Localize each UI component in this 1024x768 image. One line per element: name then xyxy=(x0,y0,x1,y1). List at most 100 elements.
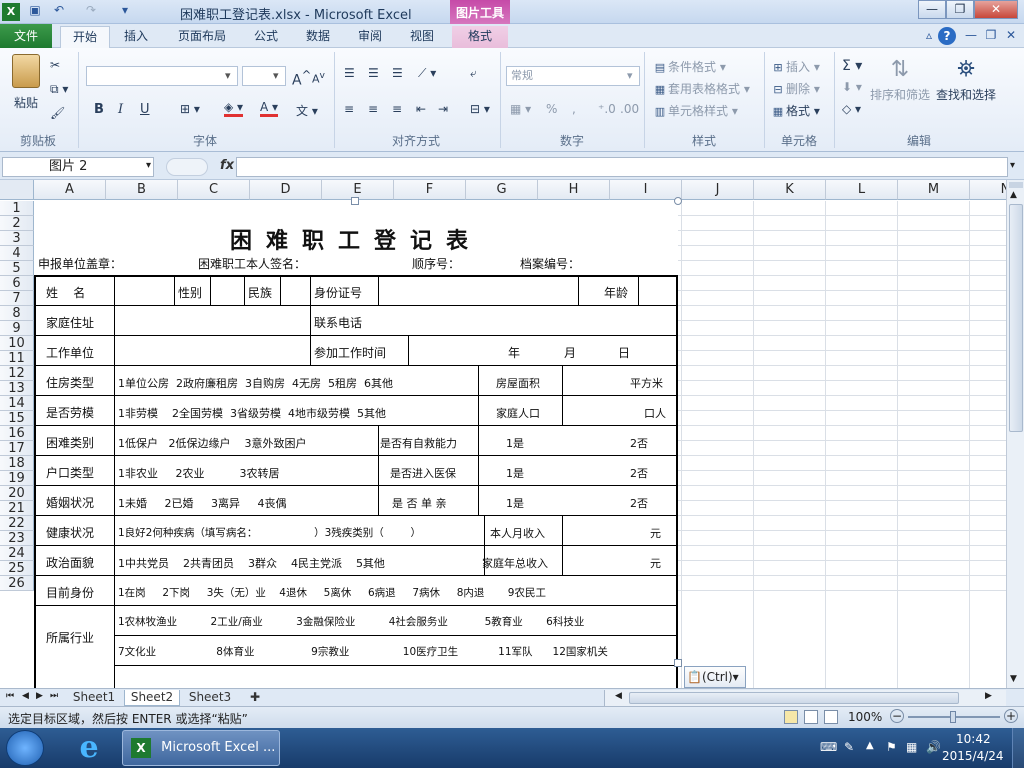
font-size-combo[interactable]: ▾ xyxy=(242,66,286,86)
align-top-icon[interactable]: ☰ xyxy=(344,66,355,80)
action-center-icon[interactable]: ⚑ xyxy=(886,740,897,754)
select-all-corner[interactable] xyxy=(0,180,34,200)
merge-center-icon[interactable]: ⊟ ▾ xyxy=(470,102,490,116)
row-header[interactable]: 17 xyxy=(0,441,34,456)
find-select-button[interactable]: ⛯ 查找和选择 xyxy=(934,56,998,103)
underline-button[interactable]: U xyxy=(140,102,150,117)
clock-date[interactable]: 2015/4/24 xyxy=(942,749,1004,763)
paste-options-button[interactable]: 📋(Ctrl)▾ xyxy=(684,666,746,688)
vertical-scrollbar[interactable]: ▲ ▼ xyxy=(1006,180,1024,688)
conditional-format-button[interactable]: ▤ 条件格式 ▾ xyxy=(652,58,726,75)
row-header[interactable]: 8 xyxy=(0,306,34,321)
normal-view-icon[interactable] xyxy=(784,710,798,724)
shrink-font-button[interactable]: Av xyxy=(312,70,325,86)
clock-time[interactable]: 10:42 xyxy=(956,732,991,746)
spreadsheet-grid[interactable]: ABCDEFGHIJKLMN 1 2 3 4 5 6 7 8 9 10 11 12 13 14 15 16 17… xyxy=(0,180,1006,688)
workbook-restore-icon[interactable]: ❐ xyxy=(982,28,1000,46)
tab-formulas[interactable]: 公式 xyxy=(246,26,286,48)
h-scroll-thumb[interactable] xyxy=(629,692,959,704)
fill-icon[interactable]: ⬇ ▾ xyxy=(842,80,862,94)
taskbar-excel-button[interactable]: X Microsoft Excel ... xyxy=(122,730,280,766)
row-header[interactable]: 10 xyxy=(0,336,34,351)
zoom-slider[interactable] xyxy=(908,711,1000,723)
customize-toolbar-icon[interactable]: ▾ xyxy=(116,3,134,21)
volume-icon[interactable]: 🔊 xyxy=(926,740,941,754)
keyboard-icon[interactable]: ⌨ xyxy=(820,740,837,754)
undo-icon[interactable]: ↶ xyxy=(50,3,68,21)
first-sheet-icon[interactable]: ⏮ xyxy=(6,691,14,701)
network-icon[interactable]: ▦ xyxy=(906,740,917,754)
row-header[interactable]: 14 xyxy=(0,396,34,411)
column-header[interactable]: C xyxy=(178,180,250,200)
tab-page-layout[interactable]: 页面布局 xyxy=(170,26,234,48)
currency-icon[interactable]: ▦ ▾ xyxy=(510,102,531,116)
zoom-slider-thumb[interactable] xyxy=(950,711,956,723)
column-header[interactable]: I xyxy=(610,180,682,200)
prev-sheet-icon[interactable]: ◀ xyxy=(22,691,29,701)
horizontal-scrollbar[interactable]: ◀ ▶ xyxy=(604,690,1006,706)
row-header[interactable]: 24 xyxy=(0,546,34,561)
autosum-icon[interactable]: Σ ▾ xyxy=(842,58,862,74)
insert-function-button[interactable]: fx xyxy=(220,158,234,173)
scroll-down-icon[interactable]: ▼ xyxy=(1010,674,1017,684)
show-desktop-button[interactable] xyxy=(1012,728,1024,768)
tab-view[interactable]: 视图 xyxy=(402,26,442,48)
paste-button[interactable]: 粘贴 xyxy=(8,54,44,111)
row-header[interactable]: 18 xyxy=(0,456,34,471)
tab-home[interactable]: 开始 xyxy=(60,26,110,48)
ribbon-minimize-icon[interactable]: ▵ xyxy=(920,28,938,46)
row-header[interactable]: 2 xyxy=(0,216,34,231)
row-header[interactable]: 11 xyxy=(0,351,34,366)
align-right-icon[interactable]: ≡ xyxy=(392,102,402,116)
page-layout-view-icon[interactable] xyxy=(804,710,818,724)
picture-resize-handle[interactable] xyxy=(674,659,682,667)
row-header[interactable]: 26 xyxy=(0,576,34,591)
orientation-icon[interactable]: ⟋ ▾ xyxy=(418,66,436,81)
help-icon[interactable]: ? xyxy=(938,27,956,45)
excel-logo-icon[interactable]: X xyxy=(2,3,20,21)
row-header[interactable]: 19 xyxy=(0,471,34,486)
insert-sheet-icon[interactable]: ✚ xyxy=(244,690,266,706)
column-header[interactable]: G xyxy=(466,180,538,200)
column-header[interactable]: M xyxy=(898,180,970,200)
scroll-right-icon[interactable]: ▶ xyxy=(985,691,992,701)
start-button[interactable] xyxy=(6,730,44,766)
align-bottom-icon[interactable]: ☰ xyxy=(392,66,403,80)
tab-file[interactable]: 文件 xyxy=(0,24,52,48)
expand-formula-icon[interactable]: ▾ xyxy=(1010,160,1015,171)
increase-indent-icon[interactable]: ⇥ xyxy=(438,102,448,116)
number-format-combo[interactable]: 常规 ▾ xyxy=(506,66,640,86)
row-header[interactable]: 25 xyxy=(0,561,34,576)
column-header[interactable]: L xyxy=(826,180,898,200)
column-header[interactable]: D xyxy=(250,180,322,200)
clear-icon[interactable]: ◇ ▾ xyxy=(842,102,861,116)
cell-styles-button[interactable]: ▥ 单元格样式 ▾ xyxy=(652,102,738,119)
row-header[interactable]: 7 xyxy=(0,291,34,306)
row-header[interactable]: 1 xyxy=(0,201,34,216)
sheet-tab-sheet1[interactable]: Sheet1 xyxy=(66,690,122,706)
name-box[interactable]: 图片 2 xyxy=(2,157,154,177)
redo-icon[interactable]: ↷ xyxy=(82,3,100,21)
form-picture[interactable]: 困难职工登记表 申报单位盖章： 困难职工本人签名： 顺序号： 档案编号： 姓 名… xyxy=(34,201,678,688)
workbook-close-icon[interactable]: ✕ xyxy=(1002,28,1020,46)
tab-review[interactable]: 审阅 xyxy=(350,26,390,48)
decrease-decimal-icon[interactable]: .00 xyxy=(620,102,639,116)
scroll-left-icon[interactable]: ◀ xyxy=(615,691,622,701)
align-center-icon[interactable]: ≡ xyxy=(368,102,378,116)
copy-icon[interactable]: ⧉ ▾ xyxy=(50,82,68,97)
picture-resize-handle[interactable] xyxy=(674,197,682,205)
next-sheet-icon[interactable]: ▶ xyxy=(36,691,43,701)
tray-expand-icon[interactable]: ▲ xyxy=(866,740,874,751)
row-header[interactable]: 23 xyxy=(0,531,34,546)
save-icon[interactable]: ▣ xyxy=(26,3,44,21)
picture-resize-handle[interactable] xyxy=(351,197,359,205)
cut-icon[interactable]: ✂ xyxy=(50,58,60,72)
column-header[interactable]: H xyxy=(538,180,610,200)
tab-insert[interactable]: 插入 xyxy=(116,26,156,48)
close-button[interactable]: ✕ xyxy=(974,0,1018,19)
row-header[interactable]: 3 xyxy=(0,231,34,246)
column-header[interactable]: A xyxy=(34,180,106,200)
internet-explorer-icon[interactable]: e xyxy=(72,731,106,765)
format-painter-icon[interactable]: 🖌 xyxy=(50,106,65,120)
workbook-minimize-icon[interactable]: — xyxy=(962,28,980,46)
